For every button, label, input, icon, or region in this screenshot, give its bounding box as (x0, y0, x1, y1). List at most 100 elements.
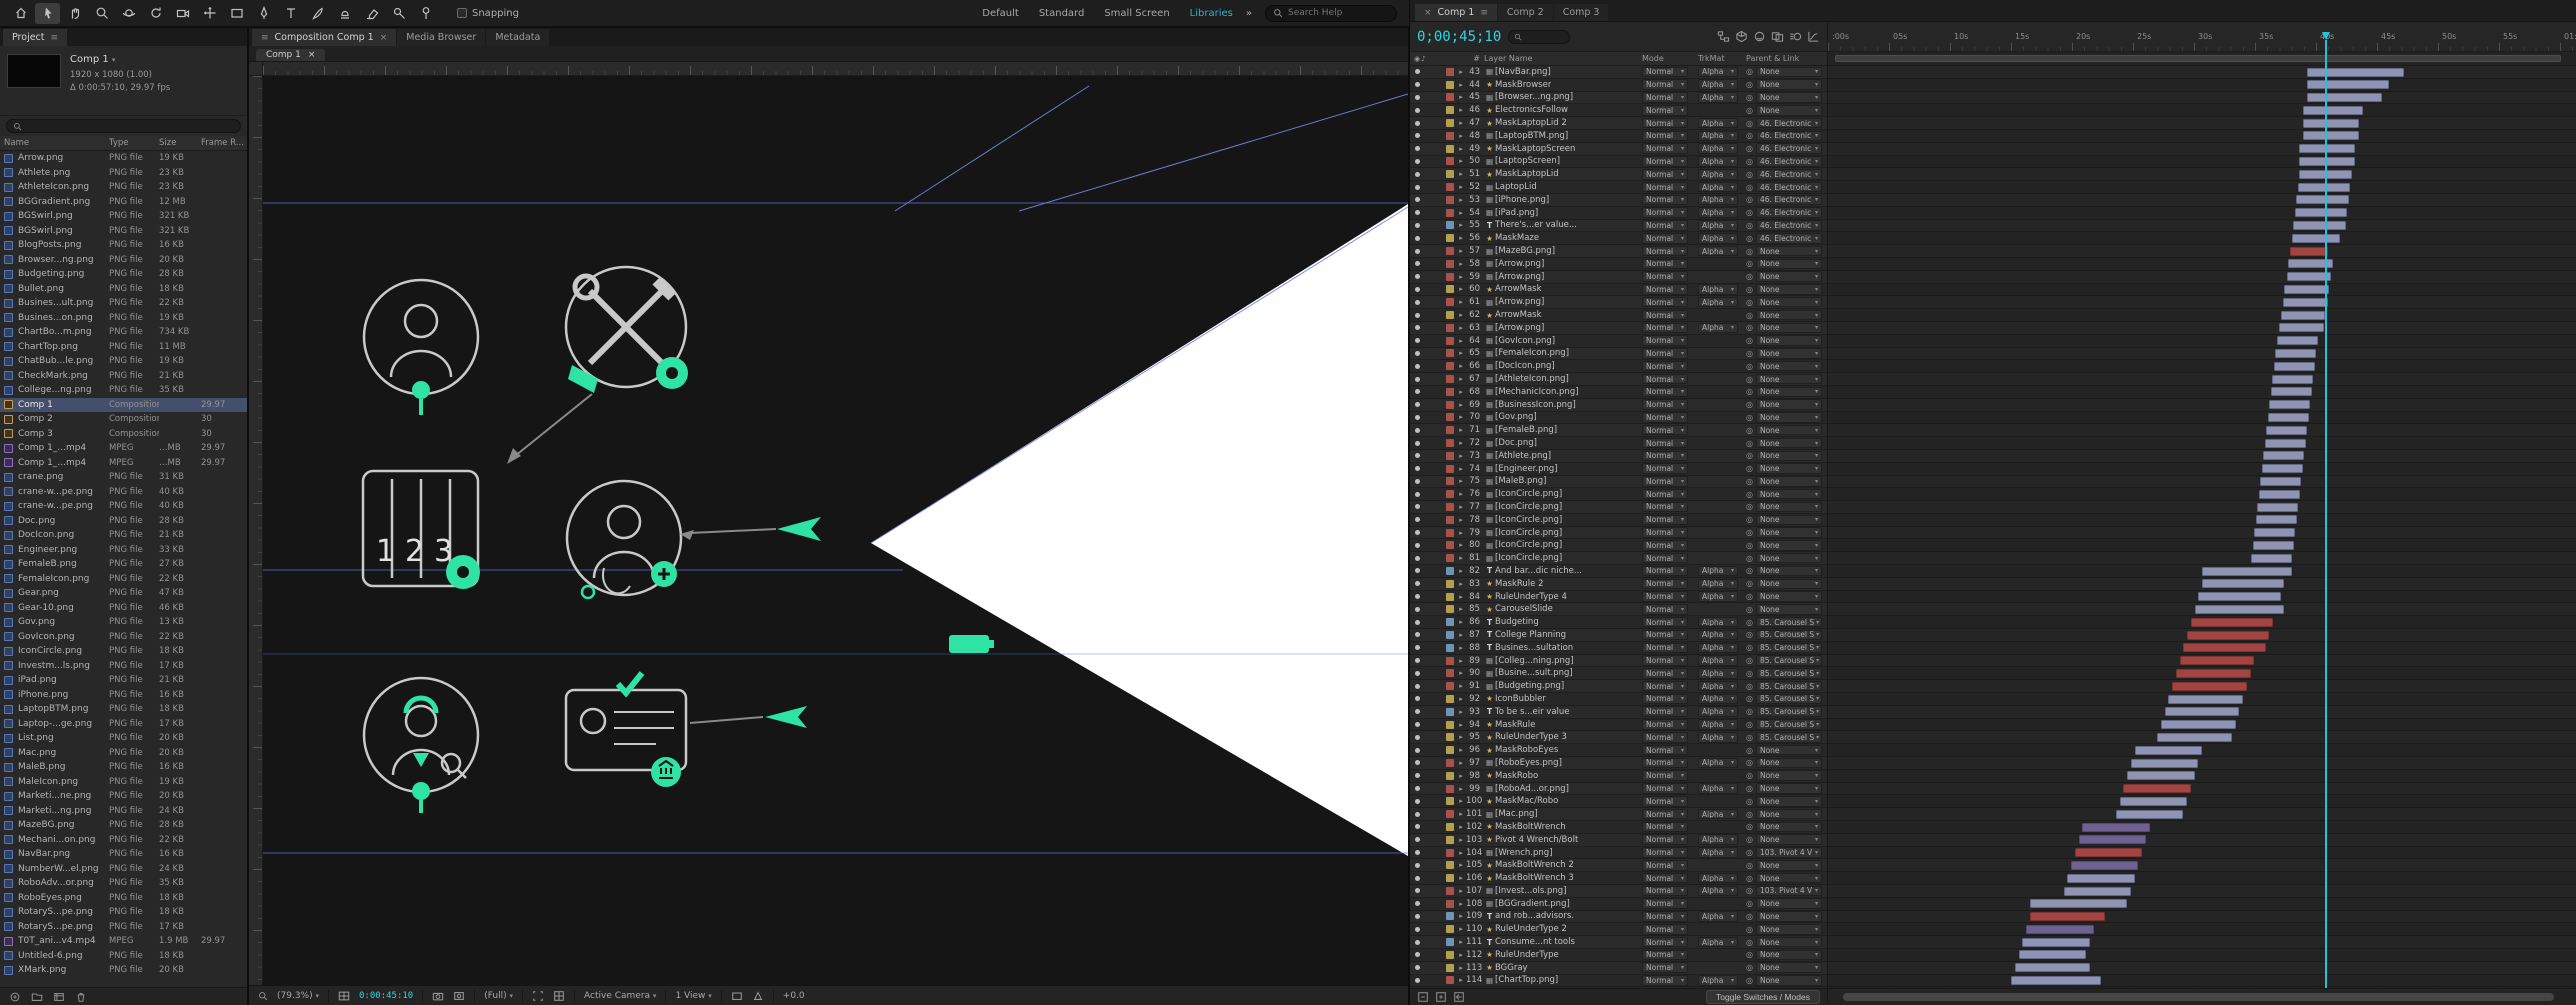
layer-parent-select[interactable]: 85. Carousel S▾ (1756, 630, 1822, 641)
layer-duration-bar[interactable] (2307, 68, 2404, 77)
panel-menu-icon[interactable]: ≡ (1480, 8, 1488, 18)
layer-mode-select[interactable]: Normal▾ (1642, 515, 1688, 526)
layer-parent-select[interactable]: None▾ (1756, 463, 1822, 474)
layer-mode-select[interactable]: Normal▾ (1642, 476, 1688, 487)
project-file-row[interactable]: Untitled-6.pngPNG file18 KB (0, 949, 247, 964)
layer-parent-select[interactable]: None▾ (1756, 310, 1822, 321)
layer-parent-select[interactable]: None▾ (1756, 323, 1822, 334)
zoom-tool[interactable] (89, 3, 114, 24)
layer-expand-arrow[interactable]: ▸ (1456, 541, 1466, 549)
layer-mode-select[interactable]: Normal▾ (1642, 92, 1688, 103)
layer-row[interactable]: ▸60★ArrowMaskNormal▾Alpha▾◎None▾ (1410, 284, 1827, 297)
layer-duration-bar[interactable] (2268, 413, 2309, 422)
layer-expand-arrow[interactable]: ▸ (1456, 593, 1466, 601)
layer-duration-bar[interactable] (2202, 567, 2292, 576)
delete-icon[interactable] (75, 991, 87, 1003)
layer-row[interactable]: ▸112★RuleUnderTypeNormal▾◎None▾ (1410, 949, 1827, 962)
column-mode[interactable]: Mode (1642, 54, 1698, 63)
layer-parent-select[interactable]: None▾ (1756, 361, 1822, 372)
layer-mode-select[interactable]: Normal▾ (1642, 438, 1688, 449)
layer-duration-row[interactable] (1828, 642, 2576, 655)
layer-expand-arrow[interactable]: ▸ (1456, 823, 1466, 831)
layer-label-swatch[interactable] (1446, 516, 1454, 524)
layer-visibility-toggle[interactable] (1415, 389, 1420, 394)
layer-label-swatch[interactable] (1446, 362, 1454, 370)
layer-expand-arrow[interactable]: ▸ (1456, 657, 1466, 665)
project-file-row[interactable]: XMark.pngPNG file20 KB (0, 963, 247, 978)
snapping-checkbox[interactable] (457, 8, 467, 18)
layer-expand-arrow[interactable]: ▸ (1456, 247, 1466, 255)
layer-duration-row[interactable] (1828, 616, 2576, 629)
layer-label-swatch[interactable] (1446, 324, 1454, 332)
layer-label-swatch[interactable] (1446, 119, 1454, 127)
layer-row[interactable]: ▸67▦[AthleteIcon.png]Normal▾◎None▾ (1410, 373, 1827, 386)
pick-whip-icon[interactable]: ◎ (1746, 515, 1753, 524)
layer-expand-arrow[interactable]: ▸ (1456, 912, 1466, 920)
layer-expand-arrow[interactable]: ▸ (1456, 976, 1466, 984)
pick-whip-icon[interactable]: ◎ (1746, 835, 1753, 844)
help-search[interactable] (1265, 5, 1397, 22)
layer-duration-row[interactable] (1828, 847, 2576, 860)
workspace-small-screen[interactable]: Small Screen (1104, 8, 1169, 19)
layer-expand-arrow[interactable]: ▸ (1456, 132, 1466, 140)
column-layer-name[interactable]: Layer Name (1484, 54, 1630, 63)
project-file-row[interactable]: crane-w...pe.pngPNG file40 KB (0, 485, 247, 500)
layer-expand-arrow[interactable]: ▸ (1456, 81, 1466, 89)
layer-row[interactable]: ▸61▦[Arrow.png]Normal▾Alpha▾◎None▾ (1410, 296, 1827, 309)
layer-row[interactable]: ▸47★MaskLaptopLid 2Normal▾Alpha▾◎46. Ele… (1410, 117, 1827, 130)
layer-expand-arrow[interactable]: ▸ (1456, 260, 1466, 268)
layer-parent-select[interactable]: 85. Carousel S▾ (1756, 681, 1822, 692)
layer-mode-select[interactable]: Normal▾ (1642, 131, 1688, 142)
pick-whip-icon[interactable]: ◎ (1746, 400, 1753, 409)
layer-label-swatch[interactable] (1446, 682, 1454, 690)
layer-mode-select[interactable]: Normal▾ (1642, 156, 1688, 167)
layer-parent-select[interactable]: 85. Carousel S▾ (1756, 694, 1822, 705)
layer-duration-row[interactable] (1828, 66, 2576, 79)
layer-duration-bar[interactable] (2259, 490, 2300, 499)
layer-parent-select[interactable]: None▾ (1756, 745, 1822, 756)
layer-row[interactable]: ▸98★MaskRoboNormal▾◎None▾ (1410, 770, 1827, 783)
layer-label-swatch[interactable] (1446, 580, 1454, 588)
layer-visibility-toggle[interactable] (1415, 722, 1420, 727)
layer-mode-select[interactable]: Normal▾ (1642, 822, 1688, 833)
layer-row[interactable]: ▸94★MaskRuleNormal▾Alpha▾◎85. Carousel S… (1410, 719, 1827, 732)
layer-row[interactable]: ▸103★Pivot 4 Wrench/BoltNormal▾Alpha▾◎No… (1410, 834, 1827, 847)
project-file-row[interactable]: Engineer.pngPNG file33 KB (0, 543, 247, 558)
layer-parent-select[interactable]: None▾ (1756, 937, 1822, 948)
layer-mode-select[interactable]: Normal▾ (1642, 694, 1688, 705)
layer-mode-select[interactable]: Normal▾ (1642, 182, 1688, 193)
project-file-row[interactable]: GovIcon.pngPNG file22 KB (0, 630, 247, 645)
layer-duration-row[interactable] (1828, 450, 2576, 463)
layer-visibility-toggle[interactable] (1415, 568, 1420, 573)
layer-visibility-toggle[interactable] (1415, 709, 1420, 714)
layer-visibility-toggle[interactable] (1415, 287, 1420, 292)
layer-label-swatch[interactable] (1446, 477, 1454, 485)
layer-row[interactable]: ▸71▦[FemaleB.png]Normal▾◎None▾ (1410, 424, 1827, 437)
composition-viewport[interactable]: 1 2 3 (263, 76, 1408, 985)
layer-visibility-toggle[interactable] (1415, 543, 1420, 548)
layer-visibility-toggle[interactable] (1415, 876, 1420, 881)
layer-duration-bar[interactable] (2123, 784, 2190, 793)
layer-duration-row[interactable] (1828, 859, 2576, 872)
layer-trkmat-select[interactable]: Alpha▾ (1698, 732, 1738, 743)
layer-parent-select[interactable]: None▾ (1756, 950, 1822, 961)
layer-row[interactable]: ▸75▦[MaleB.png]Normal▾◎None▾ (1410, 476, 1827, 489)
layer-expand-arrow[interactable]: ▸ (1456, 631, 1466, 639)
layer-visibility-toggle[interactable] (1415, 517, 1420, 522)
pick-whip-icon[interactable]: ◎ (1746, 183, 1753, 192)
panel-menu-icon[interactable]: ≡ (261, 33, 269, 43)
pick-whip-icon[interactable]: ◎ (1746, 707, 1753, 716)
layer-trkmat-select[interactable]: Alpha▾ (1698, 886, 1738, 897)
project-file-row[interactable]: MaleB.pngPNG file16 KB (0, 760, 247, 775)
layer-parent-select[interactable]: None▾ (1756, 297, 1822, 308)
layer-parent-select[interactable]: 46. Electronic▾ (1756, 169, 1822, 180)
timeline-tab-comp-1[interactable]: ×Comp 1≡ (1415, 4, 1497, 21)
project-file-row[interactable]: RotaryS...pe.pngPNG file18 KB (0, 905, 247, 920)
layer-duration-bar[interactable] (2265, 439, 2306, 448)
layer-duration-row[interactable] (1828, 412, 2576, 425)
layer-visibility-toggle[interactable] (1415, 940, 1420, 945)
frame-blending-icon[interactable] (1771, 30, 1784, 43)
hand-tool[interactable] (62, 3, 87, 24)
layer-trkmat-select[interactable]: Alpha▾ (1698, 220, 1738, 231)
layer-mode-select[interactable]: Normal▾ (1642, 847, 1688, 858)
